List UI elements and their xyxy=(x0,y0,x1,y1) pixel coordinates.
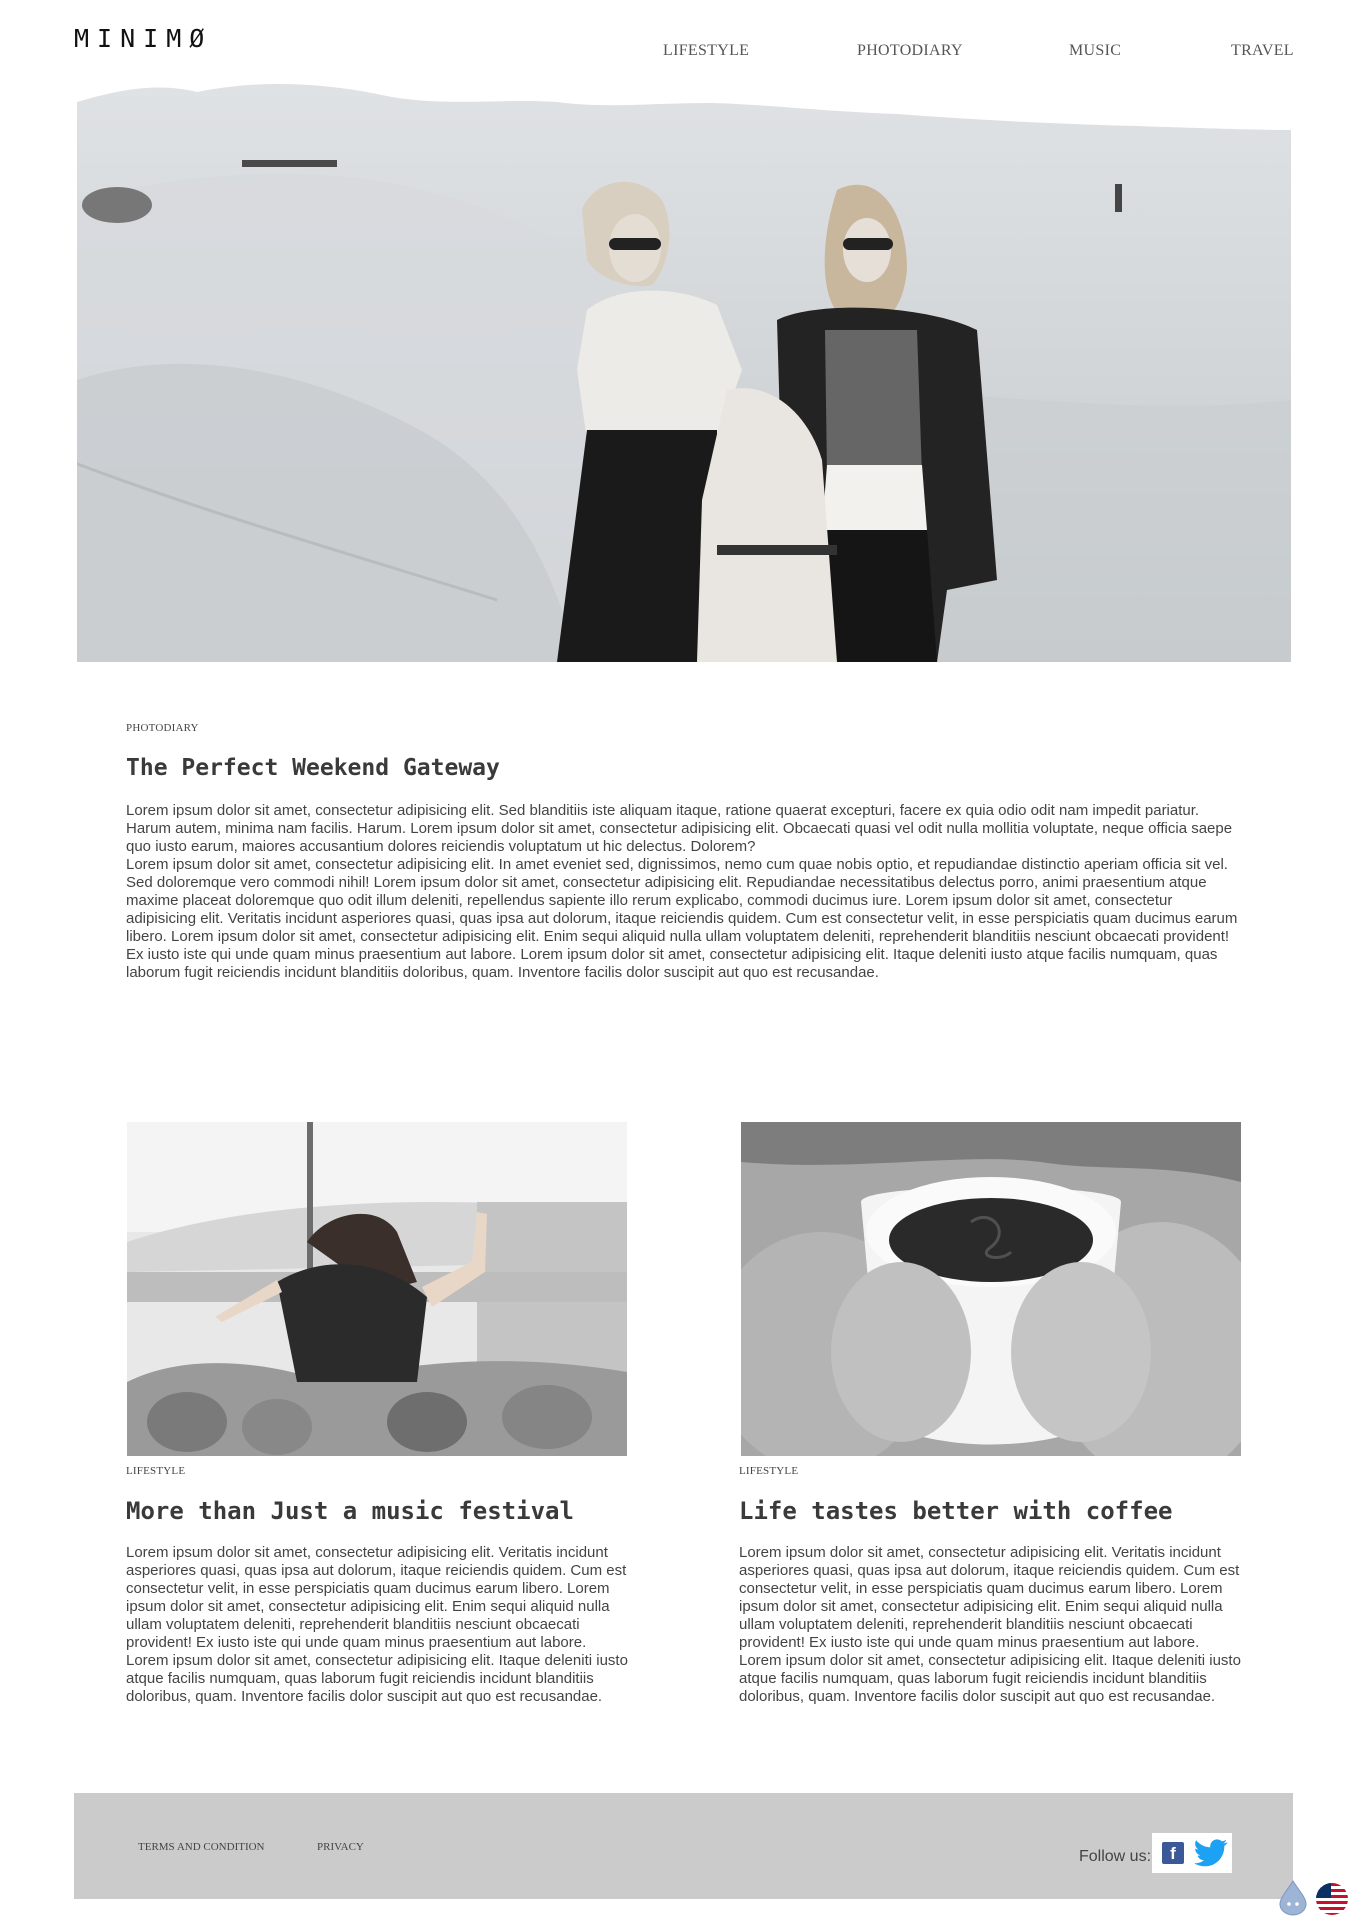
featured-category[interactable]: PHOTODIARY xyxy=(126,722,199,734)
card-text: Lorem ipsum dolor sit amet, consectetur … xyxy=(739,1544,1241,1705)
card-text: Lorem ipsum dolor sit amet, consectetur … xyxy=(126,1544,628,1705)
card-category[interactable]: LIFESTYLE xyxy=(126,1465,185,1477)
twitter-icon[interactable] xyxy=(1194,1839,1228,1867)
card-title[interactable]: Life tastes better with coffee xyxy=(739,1497,1172,1525)
footer-link-terms[interactable]: TERMS AND CONDITION xyxy=(138,1841,265,1853)
follow-us-label: Follow us: xyxy=(1079,1848,1152,1865)
nav-item-travel[interactable]: TRAVEL xyxy=(1231,42,1294,60)
card-title[interactable]: More than Just a music festival xyxy=(126,1497,574,1525)
facebook-icon[interactable]: f xyxy=(1162,1842,1184,1864)
hero-image xyxy=(77,80,1291,662)
site-footer: TERMS AND CONDITION PRIVACY Follow us: f xyxy=(74,1793,1293,1899)
card-image-coffee[interactable] xyxy=(741,1122,1241,1456)
featured-body: Lorem ipsum dolor sit amet, consectetur … xyxy=(126,802,1240,982)
social-links: f xyxy=(1152,1833,1232,1873)
card-image-music-festival[interactable] xyxy=(127,1122,627,1456)
nav-item-lifestyle[interactable]: LIFESTYLE xyxy=(663,42,749,60)
water-drop-icon[interactable] xyxy=(1278,1880,1308,1916)
us-flag-icon[interactable] xyxy=(1316,1883,1348,1915)
nav-item-music[interactable]: MUSIC xyxy=(1069,42,1121,60)
main-nav: LIFESTYLE PHOTODIARY MUSIC TRAVEL xyxy=(0,42,1366,62)
featured-paragraph: Lorem ipsum dolor sit amet, consectetur … xyxy=(126,802,1233,855)
featured-paragraph: Lorem ipsum dolor sit amet, consectetur … xyxy=(126,856,1238,981)
nav-item-photodiary[interactable]: PHOTODIARY xyxy=(857,42,963,60)
card-category[interactable]: LIFESTYLE xyxy=(739,1465,798,1477)
featured-title[interactable]: The Perfect Weekend Gateway xyxy=(126,755,500,781)
footer-link-privacy[interactable]: PRIVACY xyxy=(317,1841,364,1853)
